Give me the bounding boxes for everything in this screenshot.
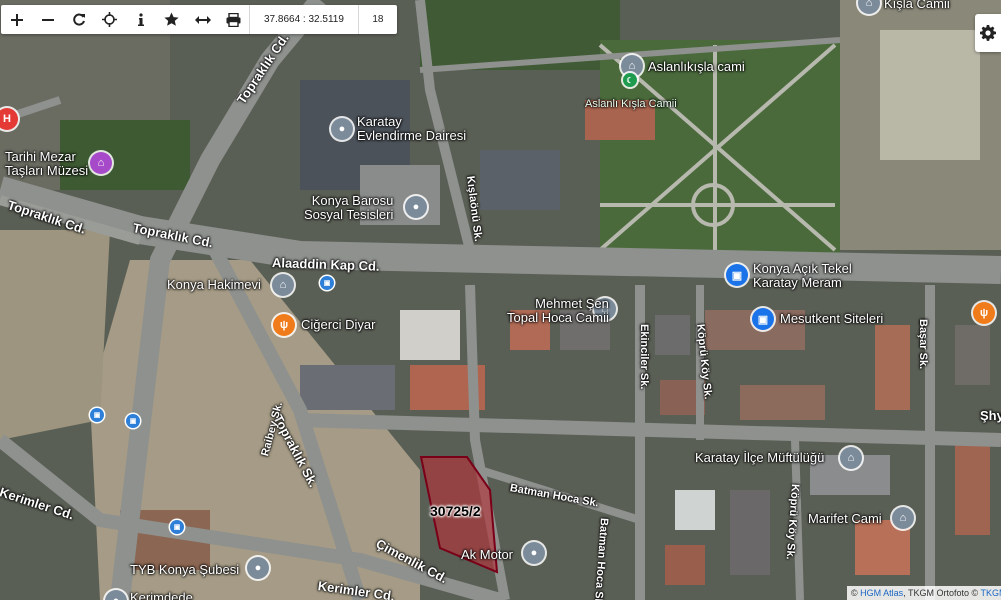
mosque-pin-icon[interactable]: ☾ [623, 73, 637, 87]
bus-stop-icon[interactable]: ▣ [320, 276, 334, 290]
measure-icon [194, 15, 211, 24]
place-label: Aslanlı Kışla Camii [585, 98, 677, 110]
crosshair-icon [102, 12, 117, 27]
mosque-icon[interactable]: ⌂ [892, 507, 914, 529]
restaurant-icon[interactable]: ψ [973, 302, 995, 324]
shopping-icon[interactable]: ▣ [752, 308, 774, 330]
parcel-label[interactable]: 30725/2 [430, 503, 481, 519]
place-label: Şhy [980, 408, 1001, 423]
attribution-link-hgm[interactable]: HGM Atlas [860, 588, 903, 598]
street-label: Ekinciler Sk. [638, 324, 650, 390]
museum-icon[interactable]: ⌂ [90, 152, 112, 174]
building-icon[interactable]: ⌂ [840, 447, 862, 469]
gear-icon [980, 25, 996, 41]
place-label: Marifet Cami [808, 511, 882, 526]
place-label: Mehmet Şen Topal Hoca Camii [507, 296, 609, 325]
bus-stop-icon[interactable]: ▣ [170, 520, 184, 534]
refresh-icon [72, 13, 85, 25]
print-button[interactable] [218, 5, 249, 34]
coordinate-readout: 37.8664 : 32.5119 [249, 5, 358, 34]
place-label: Aslanlıkışla cami [648, 59, 745, 74]
map-view[interactable]: Topraklık Cd. Topraklık Cd. Topraklık Cd… [0, 0, 1001, 600]
street-label: Başar Sk. [917, 319, 929, 370]
place-label: Konya Barosu Sosyal Tesisleri [304, 193, 394, 222]
info-button[interactable] [125, 5, 156, 34]
settings-button[interactable] [975, 14, 1001, 52]
locate-button[interactable] [94, 5, 125, 34]
favorite-button[interactable] [156, 5, 187, 34]
location-icon[interactable]: ● [405, 196, 427, 218]
star-icon [164, 12, 179, 26]
minus-icon [41, 18, 54, 21]
place-label: Kışla Camii [884, 0, 950, 11]
place-label: TYB Konya Şubesi [130, 562, 240, 577]
attribution-link-tkgm[interactable]: TKGM [980, 588, 1001, 598]
shopping-icon[interactable]: ▣ [726, 264, 748, 286]
print-icon [226, 12, 241, 27]
place-label: Mesutkent Siteleri [780, 311, 884, 326]
place-label: Konya Hakimevi [167, 277, 261, 292]
zoom-in-button[interactable] [1, 5, 32, 34]
location-icon[interactable]: ● [247, 557, 269, 579]
place-label: Tarihi Mezar Taşları Müzesi [5, 149, 89, 178]
location-icon[interactable]: ● [523, 542, 545, 564]
plus-icon [10, 13, 23, 26]
place-label: Konya Açık Tekel Karatay Meram [753, 261, 852, 290]
map-attribution: © HGM Atlas, TKGM Ortofoto © TKGM [847, 586, 1001, 600]
building-icon[interactable]: ⌂ [272, 274, 294, 296]
place-label: Karatay İlçe Müftülüğü [695, 450, 825, 465]
zoom-out-button[interactable] [32, 5, 63, 34]
place-label: Ciğerci Diyar [301, 317, 376, 332]
info-icon [137, 12, 144, 26]
refresh-button[interactable] [63, 5, 94, 34]
bus-stop-icon[interactable]: ▣ [126, 414, 140, 428]
satellite-imagery [0, 0, 1001, 600]
place-label: Karatay Evlendirme Dairesi [357, 114, 467, 143]
place-label: Kerimdede [130, 590, 193, 600]
place-label: Ak Motor [461, 547, 514, 562]
map-toolbar: 37.8664 : 32.5119 18 [1, 5, 397, 34]
measure-button[interactable] [187, 5, 218, 34]
bus-stop-icon[interactable]: ▣ [90, 408, 104, 422]
zoom-level: 18 [357, 5, 397, 34]
attribution-text: , TKGM Ortofoto © [903, 588, 981, 598]
attribution-text: © [851, 588, 861, 598]
location-icon[interactable]: ● [331, 118, 353, 140]
restaurant-icon[interactable]: ψ [273, 314, 295, 336]
